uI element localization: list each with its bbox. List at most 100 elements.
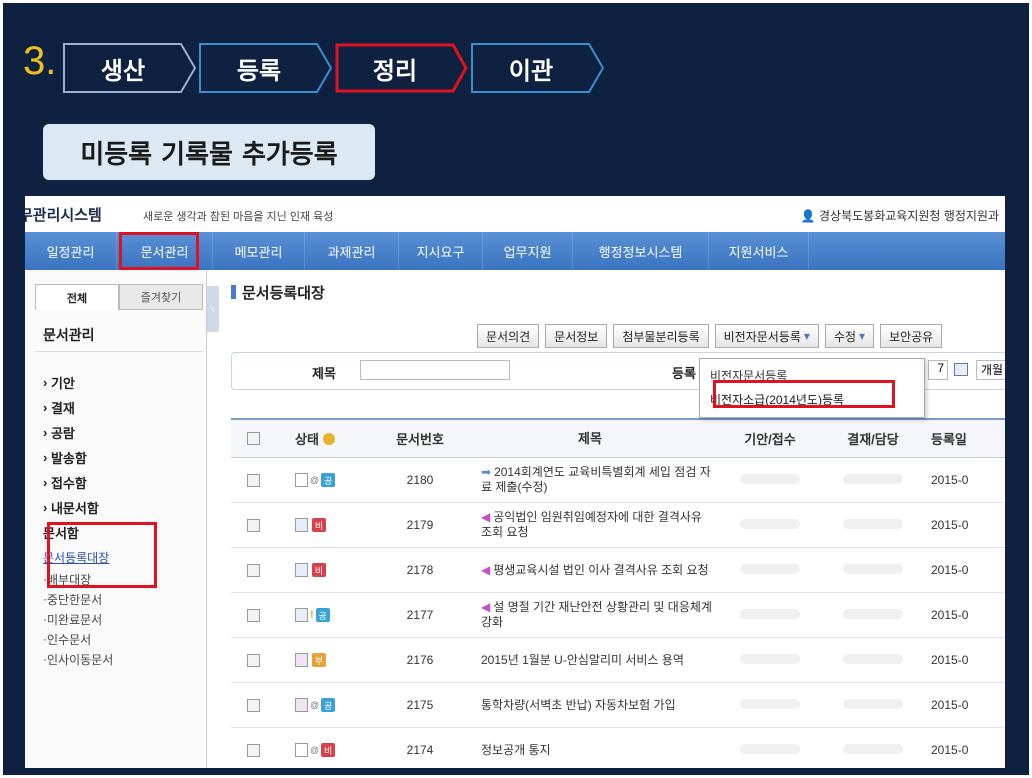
table-row[interactable]: @ 공 2180 ➡ 2014회계연도 교육비특별회계 세입 점검 자료 제출(수정… <box>231 458 1005 503</box>
sidebar-item-mydocs[interactable]: › 내문서함 <box>43 495 203 520</box>
badge-private: 비 <box>312 518 326 532</box>
table-row[interactable]: ! 공 2177 ◀ 설 명절 기간 재난안전 상황관리 및 대응체계 강화 201… <box>231 593 1005 638</box>
period-input[interactable]: 7 <box>928 360 948 380</box>
row-checkbox[interactable] <box>246 653 260 667</box>
sidebar-item-approval[interactable]: › 결재 <box>43 395 203 420</box>
doc-title-link[interactable]: 2015년 1월분 U-안심알리미 서비스 용역 <box>465 653 715 668</box>
draft-cell <box>715 608 825 622</box>
sidebar-item-review[interactable]: › 공람 <box>43 420 203 445</box>
row-checkbox[interactable] <box>246 563 260 577</box>
row-checkbox[interactable] <box>246 608 260 622</box>
select-all-checkbox[interactable] <box>246 432 260 445</box>
blurred-value <box>740 654 800 664</box>
sidebar-item-label: 결재 <box>50 401 75 416</box>
process-steps: 생산 등록 정리 이관 <box>63 43 607 93</box>
sidebar-item-outbox[interactable]: › 발송함 <box>43 445 203 470</box>
step-label: 이관 <box>508 56 554 85</box>
doc-number: 2177 <box>406 608 434 622</box>
doc-title: 설 명절 기간 재난안전 상황관리 및 대응체계 강화 <box>481 600 712 629</box>
slide-subtitle: 미등록 기록물 추가등록 <box>43 124 375 180</box>
row-checkbox[interactable] <box>246 473 260 487</box>
sent-icon <box>295 653 308 667</box>
step-number: 3. <box>23 39 57 83</box>
doc-title-link[interactable]: ◀ 평생교육시설 법인 이사 결격사유 조회 요청 <box>465 563 715 578</box>
table-row[interactable]: @ 공 2175 통학차량(서벽초 반납) 자동차보험 가입 2015-0 <box>231 683 1005 728</box>
blurred-value <box>740 564 800 574</box>
help-icon[interactable] <box>322 432 335 445</box>
sidebar-item-incomplete[interactable]: · 미완료문서 <box>43 609 203 629</box>
slide: 3. 생산 등록 정리 이관 미등록 기록물 추가등록 무관리시스템 새로운 생… <box>0 0 1032 778</box>
sidebar-menu: › 기안 › 결재 › 공람 › 발송함 › 접수함 › 내문서함 문서함 문서… <box>43 370 203 669</box>
caret-down-icon: ▾ <box>803 329 810 343</box>
security-share-button[interactable]: 보안공유 <box>880 324 943 348</box>
doc-title-link[interactable]: ➡ 2014회계연도 교육비특별회계 세입 점검 자료 제출(수정) <box>465 465 715 495</box>
step-label: 생산 <box>100 56 146 85</box>
nav-memo[interactable]: 메모관리 <box>213 232 305 270</box>
doc-info-button[interactable]: 문서정보 <box>545 324 608 348</box>
doc-title-link[interactable]: 정보공개 통지 <box>465 743 715 758</box>
received-icon <box>295 563 308 577</box>
urgent-icon: ! <box>310 609 314 621</box>
badge-partial: 부 <box>312 653 326 667</box>
sidebar-item-label: 인수문서 <box>47 632 92 647</box>
nav-request[interactable]: 지시요구 <box>399 232 483 270</box>
tab-favorites[interactable]: 즐겨찾기 <box>119 284 203 310</box>
main-panel: 문서등록대장 문서의견 문서정보 첨부물분리등록 비전자문서등록 ▾ 수정 ▾ 보안… <box>221 270 1005 768</box>
page-title: 문서등록대장 <box>231 282 325 303</box>
received-icon <box>295 518 308 532</box>
table-row[interactable]: @ 비 2174 정보공개 통지 2015-0 <box>231 728 1005 768</box>
arrow-icon: ◀ <box>481 562 491 577</box>
doc-title-link[interactable]: ◀ 공익법인 임원취임예정자에 대한 결격사유 조회 요청 <box>465 510 715 540</box>
step-label: 등록 <box>236 56 282 85</box>
date-cell: 2015-0 <box>931 698 969 712</box>
nav-service[interactable]: 지원서비스 <box>709 232 809 270</box>
state-cell: @ 공 <box>275 698 375 712</box>
row-checkbox[interactable] <box>246 698 260 712</box>
draft-cell <box>715 743 825 757</box>
app-slogan: 새로운 생각과 참된 마음을 지닌 인재 육성 <box>143 211 334 223</box>
attachment-split-button[interactable]: 첨부물분리등록 <box>613 324 709 348</box>
caret-down-icon: ▾ <box>859 329 866 343</box>
sidebar-item-label: 기안 <box>50 376 75 391</box>
doc-title-link[interactable]: ◀ 설 명절 기간 재난안전 상황관리 및 대응체계 강화 <box>465 600 715 630</box>
sidebar-item-label: 중단한문서 <box>47 592 103 607</box>
table-row[interactable]: 비 2178 ◀ 평생교육시설 법인 이사 결격사유 조회 요청 2015-0 <box>231 548 1005 593</box>
badge-public: 공 <box>321 473 336 487</box>
sidebar-item-draft[interactable]: › 기안 <box>43 370 203 395</box>
table-row[interactable]: 부 2176 2015년 1월분 U-안심알리미 서비스 용역 2015-0 <box>231 638 1005 683</box>
search-title-label: 제목 <box>312 366 336 381</box>
doc-opinion-button[interactable]: 문서의견 <box>477 324 540 348</box>
sidebar-item-halted[interactable]: · 중단한문서 <box>43 589 203 609</box>
nav-task[interactable]: 과제관리 <box>305 232 399 270</box>
toolbar: 문서의견 문서정보 첨부물분리등록 비전자문서등록 ▾ 수정 ▾ 보안공유 <box>477 324 948 348</box>
column-date: 등록일 <box>931 432 967 447</box>
calendar-icon[interactable] <box>954 363 968 376</box>
column-approval: 결재/담당 <box>847 432 899 447</box>
tab-all[interactable]: 전체 <box>35 284 119 310</box>
column-draft: 기안/접수 <box>744 432 796 447</box>
edit-button[interactable]: 수정 ▾ <box>824 324 875 348</box>
doc-number: 2174 <box>406 743 434 757</box>
sidebar-collapse-button[interactable]: ‹ <box>207 286 219 332</box>
table-row[interactable]: 비 2179 ◀ 공익법인 임원취임예정자에 대한 결격사유 조회 요청 2015… <box>231 503 1005 548</box>
sidebar-item-handover[interactable]: · 인수문서 <box>43 629 203 649</box>
blurred-value <box>843 609 903 619</box>
date-cell: 2015-0 <box>931 518 969 532</box>
sidebar-item-transfer[interactable]: · 인사이동문서 <box>43 649 203 669</box>
search-title-input[interactable] <box>360 360 510 380</box>
row-checkbox[interactable] <box>246 743 260 757</box>
blurred-value <box>740 519 800 529</box>
period-unit-select[interactable]: 개월 <box>976 360 1005 380</box>
nav-schedule[interactable]: 일정관리 <box>25 232 117 270</box>
sidebar-item-inbox[interactable]: › 접수함 <box>43 470 203 495</box>
doc-title: 통학차량(서벽초 반납) 자동차보험 가입 <box>481 697 676 712</box>
sidebar-item-label: 미완료문서 <box>47 612 103 627</box>
highlight-nav-document <box>119 232 199 270</box>
nonelectronic-register-button[interactable]: 비전자문서등록 ▾ <box>714 324 819 348</box>
nav-admin-info[interactable]: 행정정보시스템 <box>573 232 709 270</box>
nav-support[interactable]: 업무지원 <box>483 232 573 270</box>
row-checkbox[interactable] <box>246 518 260 532</box>
doc-title: 2015년 1월분 U-안심알리미 서비스 용역 <box>481 652 684 667</box>
doc-title-link[interactable]: 통학차량(서벽초 반납) 자동차보험 가입 <box>465 698 715 713</box>
sent-icon <box>295 698 308 712</box>
